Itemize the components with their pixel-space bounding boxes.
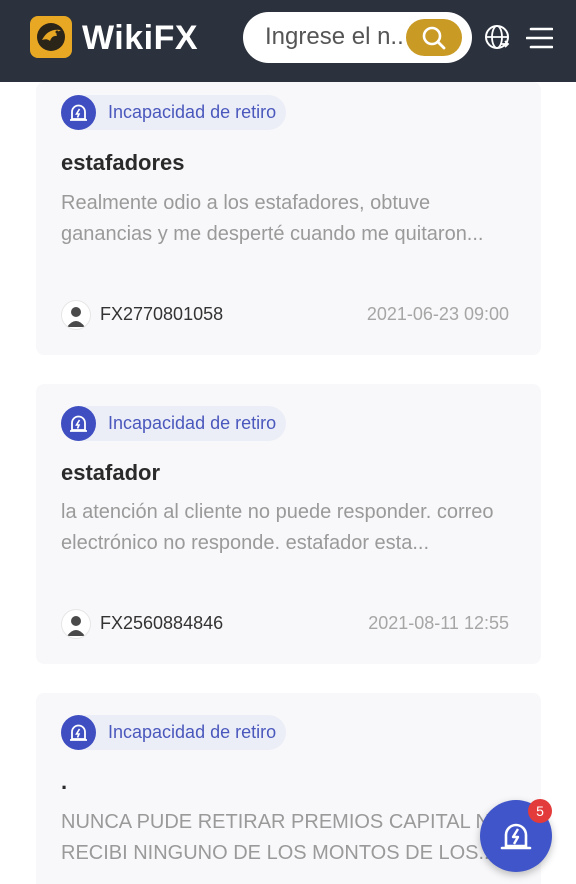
globe-icon[interactable] <box>484 24 512 52</box>
excerpt-line: RECIBI NINGUNO DE LOS MONTOS DE LOS... <box>61 842 496 864</box>
review-title[interactable]: . <box>61 769 67 795</box>
alarm-icon <box>61 406 96 441</box>
alarm-icon <box>61 95 96 130</box>
search-button[interactable] <box>406 19 462 56</box>
review-title[interactable]: estafador <box>61 460 160 486</box>
category-tag: Incapacidad de retiro <box>61 715 287 750</box>
user-icon <box>67 616 85 636</box>
review-card[interactable]: Incapacidad de retiro estafadores Realme… <box>36 82 541 355</box>
review-date: 2021-08-11 12:55 <box>368 613 509 633</box>
search-bar[interactable] <box>243 12 472 63</box>
category-label: Incapacidad de retiro <box>108 413 277 433</box>
excerpt-line: NUNCA PUDE RETIRAR PREMIOS CAPITAL NI <box>61 811 496 833</box>
review-excerpt: NUNCA PUDE RETIRAR PREMIOS CAPITAL NI RE… <box>61 807 521 869</box>
author-name[interactable]: FX2770801058 <box>100 304 223 325</box>
review-title[interactable]: estafadores <box>61 150 185 176</box>
avatar <box>61 609 91 639</box>
search-icon <box>422 26 446 50</box>
user-icon <box>67 307 85 327</box>
excerpt-line: electrónico no responde. estafador esta.… <box>61 532 430 554</box>
alarm-icon <box>61 715 96 750</box>
category-tag: Incapacidad de retiro <box>61 406 287 441</box>
notification-badge: 5 <box>528 799 552 823</box>
logo-text[interactable]: WikiFX <box>82 18 198 58</box>
search-input[interactable] <box>265 20 403 54</box>
review-date: 2021-06-23 09:00 <box>366 304 509 324</box>
excerpt-line: Realmente odio a los estafadores, obtuve <box>61 192 431 214</box>
review-card[interactable]: Incapacidad de retiro . NUNCA PUDE RETIR… <box>36 693 541 884</box>
review-card[interactable]: Incapacidad de retiro estafador la atenc… <box>36 384 541 664</box>
review-excerpt: Realmente odio a los estafadores, obtuve… <box>61 188 516 250</box>
author-name[interactable]: FX2560884846 <box>100 613 223 634</box>
category-label: Incapacidad de retiro <box>108 722 277 742</box>
excerpt-line: la atención al cliente no puede responde… <box>61 501 494 523</box>
category-label: Incapacidad de retiro <box>108 102 277 122</box>
review-excerpt: la atención al cliente no puede responde… <box>61 497 516 559</box>
alarm-icon <box>500 823 532 850</box>
menu-icon[interactable] <box>526 26 553 50</box>
avatar <box>61 300 91 330</box>
top-navbar: WikiFX <box>0 0 576 82</box>
category-tag: Incapacidad de retiro <box>61 95 287 130</box>
wikifx-logo-icon[interactable] <box>30 16 72 58</box>
excerpt-line: ganancias y me desperté cuando me quitar… <box>61 223 484 245</box>
